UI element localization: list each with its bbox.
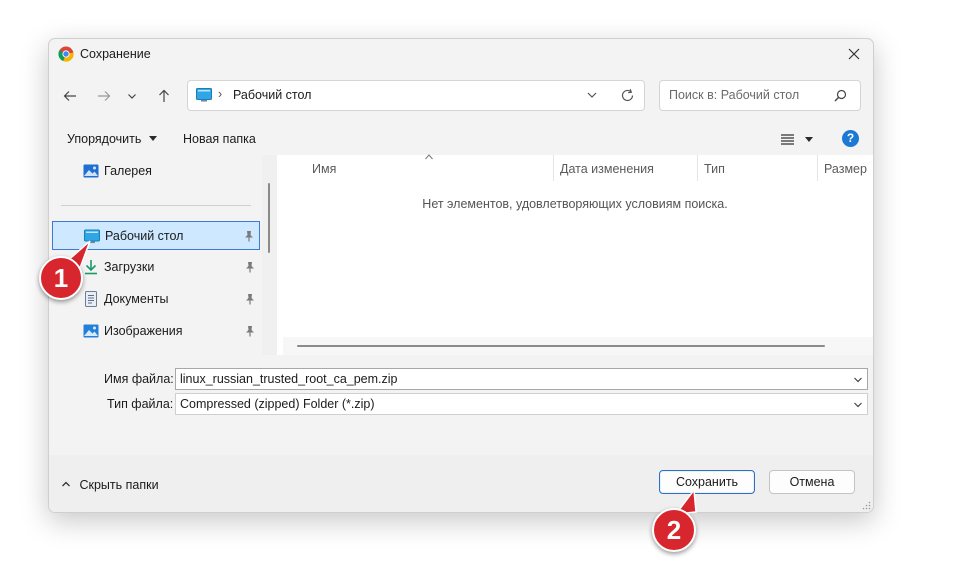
save-dialog: Сохранение › Рабочий стол Поиск в: Рабоч… xyxy=(48,38,874,513)
list-view-icon xyxy=(781,134,794,145)
hide-folders-label: Скрыть папки xyxy=(79,478,159,492)
sidebar-item-label: Галерея xyxy=(104,164,152,178)
pin-icon[interactable] xyxy=(244,293,256,305)
column-header-date[interactable]: Дата изменения xyxy=(560,162,654,176)
sort-ascending-icon xyxy=(425,154,433,160)
filename-label: Имя файла: xyxy=(104,372,174,386)
save-form: Имя файла: linux_russian_trusted_root_ca… xyxy=(49,355,873,455)
recent-locations-button[interactable] xyxy=(123,84,141,108)
horizontal-scrollbar[interactable] xyxy=(283,337,873,355)
filename-value: linux_russian_trusted_root_ca_pem.zip xyxy=(180,372,398,386)
command-bar: Упорядочить Новая папка ? xyxy=(49,123,873,155)
column-header-size[interactable]: Размер xyxy=(824,162,867,176)
title-bar: Сохранение xyxy=(49,39,873,70)
pin-icon[interactable] xyxy=(243,230,255,242)
refresh-button[interactable] xyxy=(620,88,636,104)
breadcrumb-desktop[interactable]: Рабочий стол xyxy=(233,88,311,102)
filetype-value: Compressed (zipped) Folder (*.zip) xyxy=(180,397,375,411)
chevron-down-icon xyxy=(128,94,136,99)
chevron-down-icon[interactable] xyxy=(853,400,863,410)
new-folder-button[interactable]: Новая папка xyxy=(183,132,256,146)
arrow-right-icon xyxy=(98,91,111,101)
chrome-icon xyxy=(58,46,74,62)
window-title: Сохранение xyxy=(80,47,151,61)
filename-input[interactable]: linux_russian_trusted_root_ca_pem.zip xyxy=(175,368,868,390)
documents-icon xyxy=(85,291,97,307)
sidebar-scroll-thumb[interactable] xyxy=(268,183,270,253)
column-separator[interactable] xyxy=(697,155,698,181)
column-separator[interactable] xyxy=(553,155,554,181)
sidebar-item-label: Документы xyxy=(104,292,169,306)
pin-icon[interactable] xyxy=(244,261,256,273)
help-button[interactable]: ? xyxy=(842,130,859,147)
search-box[interactable]: Поиск в: Рабочий стол xyxy=(659,80,861,111)
column-header-type[interactable]: Тип xyxy=(704,162,725,176)
help-icon: ? xyxy=(846,131,855,145)
sidebar-item-label: Загрузки xyxy=(104,260,155,274)
resize-grip-icon[interactable] xyxy=(862,501,871,510)
dialog-footer: Скрыть папки Сохранить Отмена xyxy=(49,455,873,512)
new-folder-label: Новая папка xyxy=(183,132,256,146)
column-separator[interactable] xyxy=(817,155,818,181)
sidebar-item-pictures[interactable]: Изображения xyxy=(52,317,260,346)
close-button[interactable] xyxy=(841,42,867,66)
breadcrumb-separator: › xyxy=(218,87,223,101)
address-dropdown[interactable] xyxy=(586,89,600,103)
pictures-icon xyxy=(83,324,99,338)
organize-menu[interactable]: Упорядочить xyxy=(67,132,157,146)
file-list: Имя Дата изменения Тип Размер Нет элемен… xyxy=(277,154,873,355)
organize-label: Упорядочить xyxy=(67,132,142,146)
sidebar-item-label: Рабочий стол xyxy=(105,229,184,243)
arrow-up-icon xyxy=(159,89,169,102)
chevron-up-icon xyxy=(62,481,70,487)
back-button[interactable] xyxy=(58,84,82,108)
sidebar-item-gallery[interactable]: Галерея xyxy=(52,157,260,186)
sidebar-item-documents[interactable]: Документы xyxy=(52,285,260,314)
hide-folders-toggle[interactable]: Скрыть папки xyxy=(61,478,159,492)
chevron-down-icon[interactable] xyxy=(853,375,863,385)
horizontal-scroll-thumb[interactable] xyxy=(297,345,825,347)
arrow-left-icon xyxy=(63,91,76,101)
sidebar-scrollbar[interactable] xyxy=(262,155,277,355)
gallery-icon xyxy=(83,164,99,178)
address-bar[interactable]: › Рабочий стол xyxy=(187,80,645,111)
sidebar-item-label: Изображения xyxy=(104,324,183,338)
close-icon xyxy=(848,48,860,60)
empty-message: Нет элементов, удовлетворяющих условиям … xyxy=(422,197,728,211)
filetype-label: Тип файла: xyxy=(107,397,174,411)
forward-button[interactable] xyxy=(92,84,116,108)
caret-down-icon xyxy=(148,136,157,141)
sidebar-divider xyxy=(61,205,251,206)
caret-down-icon xyxy=(805,137,813,142)
column-header-name[interactable]: Имя xyxy=(312,162,336,176)
pin-icon[interactable] xyxy=(244,325,256,337)
refresh-icon xyxy=(621,88,634,102)
search-icon[interactable] xyxy=(834,89,847,102)
desktop-icon xyxy=(196,88,212,102)
view-options-button[interactable] xyxy=(779,132,815,148)
up-button[interactable] xyxy=(152,84,176,108)
search-input[interactable]: Поиск в: Рабочий стол xyxy=(669,88,799,102)
filetype-select[interactable]: Compressed (zipped) Folder (*.zip) xyxy=(175,393,868,415)
cancel-button[interactable]: Отмена xyxy=(769,470,855,494)
annotation-step-2: 2 xyxy=(652,508,696,552)
annotation-step-1: 1 xyxy=(39,256,83,300)
chevron-down-icon xyxy=(587,92,597,98)
